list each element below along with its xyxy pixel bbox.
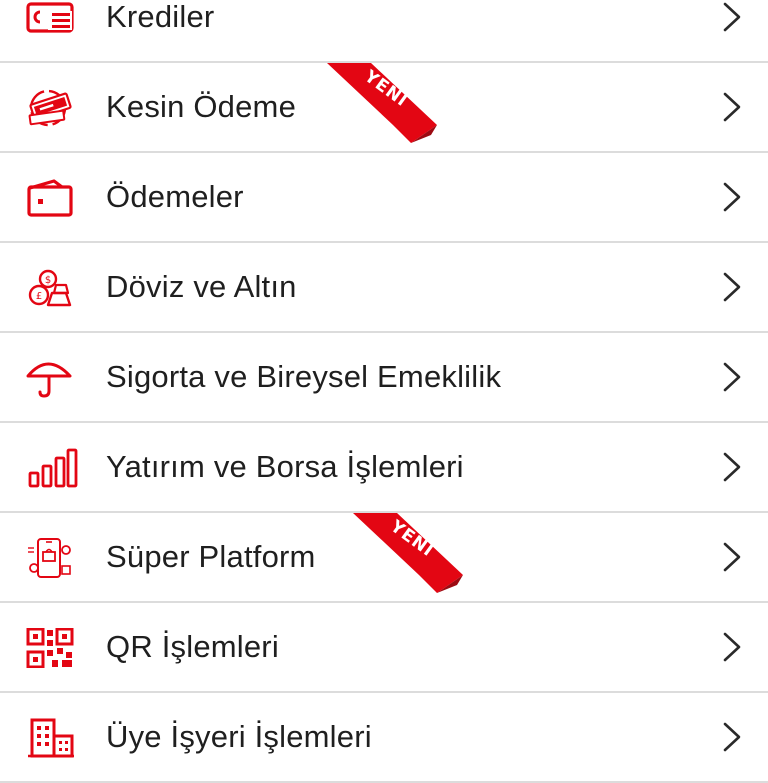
guaranteed-payment-icon — [24, 88, 78, 128]
qr-code-icon — [24, 628, 78, 668]
menu-item-label: Krediler — [106, 0, 215, 34]
menu-item-label: Süper Platform — [106, 539, 316, 574]
menu-item-label: Ödemeler — [106, 179, 244, 214]
menu-item-uye-isyeri[interactable]: Üye İşyeri İşlemleri — [0, 693, 768, 783]
menu-item-super-platform[interactable]: Süper Platform YENİ — [0, 513, 768, 603]
bar-chart-icon — [24, 448, 78, 488]
chevron-right-icon — [722, 91, 742, 123]
chevron-right-icon — [722, 271, 742, 303]
new-badge: YENİ — [353, 513, 473, 593]
menu-item-label: Sigorta ve Bireysel Emeklilik — [106, 359, 502, 394]
new-badge: YENİ — [327, 63, 447, 143]
menu-item-yatirim-borsa[interactable]: Yatırım ve Borsa İşlemleri — [0, 423, 768, 513]
mobile-shopping-icon — [24, 538, 78, 578]
svg-text:$: $ — [45, 275, 51, 286]
chevron-right-icon — [722, 631, 742, 663]
menu-item-odemeler[interactable]: Ödemeler — [0, 153, 768, 243]
chevron-right-icon — [722, 451, 742, 483]
loan-card-icon — [24, 0, 78, 38]
merchant-building-icon — [24, 718, 78, 758]
chevron-right-icon — [722, 541, 742, 573]
currency-gold-icon: $ £ — [24, 268, 78, 308]
svg-text:£: £ — [36, 291, 42, 302]
umbrella-icon — [24, 358, 78, 398]
chevron-right-icon — [722, 181, 742, 213]
menu-item-krediler[interactable]: Krediler — [0, 0, 768, 63]
menu-item-sigorta-bes[interactable]: Sigorta ve Bireysel Emeklilik — [0, 333, 768, 423]
chevron-right-icon — [722, 721, 742, 753]
wallet-icon — [24, 178, 78, 218]
menu-item-kesin-odeme[interactable]: Kesin Ödeme YENİ — [0, 63, 768, 153]
chevron-right-icon — [722, 361, 742, 393]
menu-item-label: QR İşlemleri — [106, 629, 279, 664]
menu-item-label: Yatırım ve Borsa İşlemleri — [106, 449, 464, 484]
menu-list: Krediler Kesin Ödeme YENİ Ödemeler $ £ D… — [0, 0, 768, 783]
chevron-right-icon — [722, 1, 742, 33]
menu-item-label: Döviz ve Altın — [106, 269, 297, 304]
menu-item-qr-islemleri[interactable]: QR İşlemleri — [0, 603, 768, 693]
menu-item-label: Kesin Ödeme — [106, 89, 297, 124]
menu-item-doviz-altin[interactable]: $ £ Döviz ve Altın — [0, 243, 768, 333]
